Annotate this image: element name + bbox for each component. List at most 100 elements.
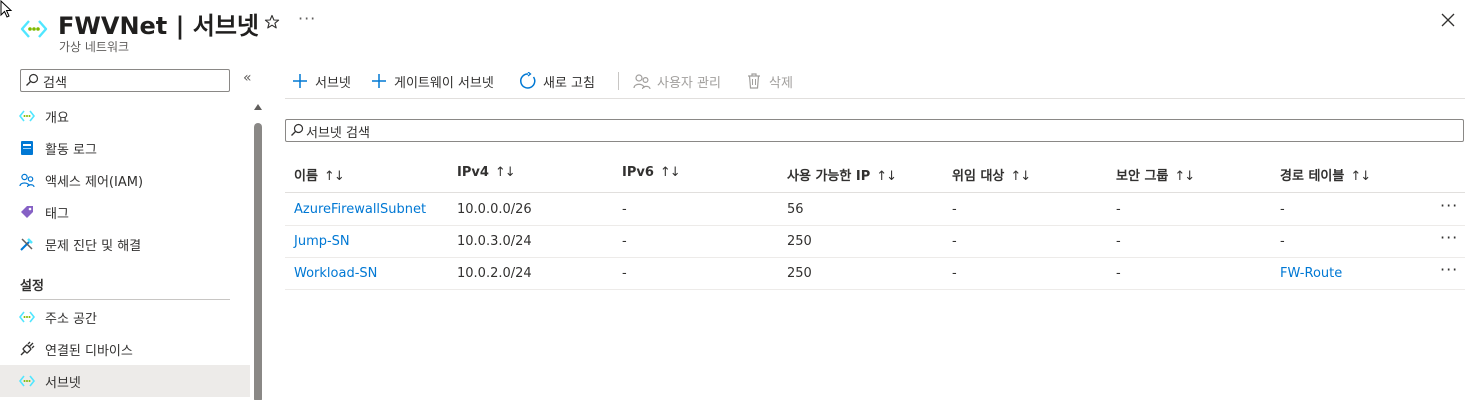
route-table-link[interactable]: FW-Route [1280,266,1342,281]
cell-security-group: - [1116,234,1121,249]
cell-delegated-to: - [952,266,957,281]
column-header-name[interactable]: 이름 ↑↓ [294,165,345,184]
delete-label: 삭제 [769,75,793,91]
menu-item-label: 연결된 디바이스 [45,344,133,359]
page-subtitle: 가상 네트워크 [59,40,130,54]
toolbar-separator [618,72,619,90]
column-header-ipv6[interactable]: IPv6 ↑↓ [622,165,681,180]
activity-log-icon [21,141,33,155]
scrollbar-thumb[interactable] [254,123,262,400]
add-gateway-subnet-button[interactable]: 게이트웨이 서브넷 [370,69,494,93]
refresh-icon [520,72,536,89]
manage-users-label: 사용자 관리 [657,75,721,91]
sort-icon: ↑↓ [659,165,681,180]
sort-icon: ↑↓ [876,169,897,184]
collapse-menu-button[interactable]: « [243,70,252,86]
menu-item-activity-log[interactable]: 활동 로그 [0,132,250,164]
menu-search-input[interactable]: 검색 [20,69,230,92]
cell-route-table: - [1280,202,1285,217]
cell-delegated-to: - [952,202,957,217]
cell-ipv6: - [622,234,627,249]
sort-icon: ↑↓ [494,165,516,180]
search-icon [26,73,39,86]
column-header-security-group[interactable]: 보안 그룹 ↑↓ [1116,165,1195,184]
scroll-up-arrow-icon[interactable] [254,104,262,110]
subnet-name-link[interactable]: AzureFirewallSubnet [294,202,426,217]
menu-item-label: 태그 [45,207,69,222]
sort-icon: ↑↓ [1350,169,1371,184]
iam-icon [19,173,35,188]
more-options-button[interactable]: ··· [298,9,316,28]
command-bar-divider [285,98,1465,99]
subnet-search-input[interactable]: 서브넷 검색 [285,119,1464,142]
subnet-search-placeholder: 서브넷 검색 [306,126,370,141]
add-subnet-button[interactable]: 서브넷 [291,69,351,93]
cell-ipv6: - [622,202,627,217]
row-more-options-button[interactable]: ··· [1440,228,1458,247]
row-more-options-button[interactable]: ··· [1440,196,1458,215]
plus-icon [372,74,386,88]
close-icon[interactable] [1438,10,1458,30]
settings-section-header: 설정 [20,279,44,294]
command-bar: 서브넷 게이트웨이 서브넷 새로 고침 사용자 관리 삭제 [285,64,1465,98]
menu-item-label: 주소 공간 [45,312,97,327]
users-icon [633,74,651,90]
menu-item-subnets[interactable]: 서브넷 [0,365,250,397]
subnet-name-link[interactable]: Workload-SN [294,266,377,281]
table-row[interactable]: AzureFirewallSubnet 10.0.0.0/26 - 56 - -… [285,194,1465,226]
add-gateway-subnet-label: 게이트웨이 서브넷 [394,75,494,91]
delete-button[interactable]: 삭제 [745,69,793,93]
sort-icon: ↑↓ [1174,169,1195,184]
sort-icon: ↑↓ [323,169,345,184]
search-icon [291,123,304,136]
refresh-label: 새로 고침 [543,75,595,91]
plug-icon [20,341,35,356]
menu-search-placeholder: 검색 [43,76,67,91]
cell-security-group: - [1116,202,1121,217]
plus-icon [293,74,307,88]
cell-ipv4: 10.0.0.0/26 [457,202,532,217]
cell-ipv4: 10.0.2.0/24 [457,266,532,281]
menu-item-label: 액세스 제어(IAM) [45,175,144,190]
vnet-icon [19,110,35,122]
tag-icon [21,206,33,218]
page-title: FWVNet | 서브넷 [58,12,259,40]
subnet-name-link[interactable]: Jump-SN [294,234,350,249]
cell-security-group: - [1116,266,1121,281]
menu-item-overview[interactable]: 개요 [0,100,250,132]
blade-header: FWVNet | 서브넷 가상 네트워크 ··· [0,0,1473,60]
cell-delegated-to: - [952,234,957,249]
menu-item-diagnose[interactable]: 문제 진단 및 해결 [0,228,250,260]
cell-ipv6: - [622,266,627,281]
refresh-button[interactable]: 새로 고침 [519,69,595,93]
resource-menu: 검색 « 개요 활동 로그 액세스 제어(IAM) 태그 문제 진단 및 해결 … [0,60,262,400]
table-row[interactable]: Workload-SN 10.0.2.0/24 - 250 - - FW-Rou… [285,258,1465,290]
column-header-delegated-to[interactable]: 위임 대상 ↑↓ [952,165,1031,184]
column-header-ipv4[interactable]: IPv4 ↑↓ [457,165,516,180]
cell-route-table: - [1280,234,1285,249]
manage-users-button[interactable]: 사용자 관리 [633,69,721,93]
menu-scrollbar[interactable] [253,104,263,400]
add-subnet-label: 서브넷 [315,75,351,91]
menu-item-label: 문제 진단 및 해결 [45,239,142,254]
menu-item-label: 활동 로그 [45,143,97,158]
virtual-network-icon [20,20,48,38]
cell-available-ips: 250 [787,234,812,249]
favorite-star-icon[interactable] [264,14,280,30]
table-row[interactable]: Jump-SN 10.0.3.0/24 - 250 - - - ··· [285,226,1465,258]
menu-item-connected-devices[interactable]: 연결된 디바이스 [0,333,250,365]
column-header-route-table[interactable]: 경로 테이블 ↑↓ [1280,165,1371,184]
row-more-options-button[interactable]: ··· [1440,260,1458,279]
cell-ipv4: 10.0.3.0/24 [457,234,532,249]
menu-item-label: 서브넷 [45,376,81,391]
sort-icon: ↑↓ [1010,169,1031,184]
diagnose-icon [20,238,33,251]
table-header: 이름 ↑↓ IPv4 ↑↓ IPv6 ↑↓ 사용 가능한 IP ↑↓ 위임 대상 ↑↓ 보… [285,158,1465,193]
vnet-icon [19,311,35,323]
menu-item-address-space[interactable]: 주소 공간 [0,301,250,333]
menu-item-label: 개요 [45,111,69,126]
menu-item-iam[interactable]: 액세스 제어(IAM) [0,164,250,196]
cell-available-ips: 56 [787,202,804,217]
menu-item-tags[interactable]: 태그 [0,196,250,228]
column-header-available-ips[interactable]: 사용 가능한 IP ↑↓ [787,165,897,184]
